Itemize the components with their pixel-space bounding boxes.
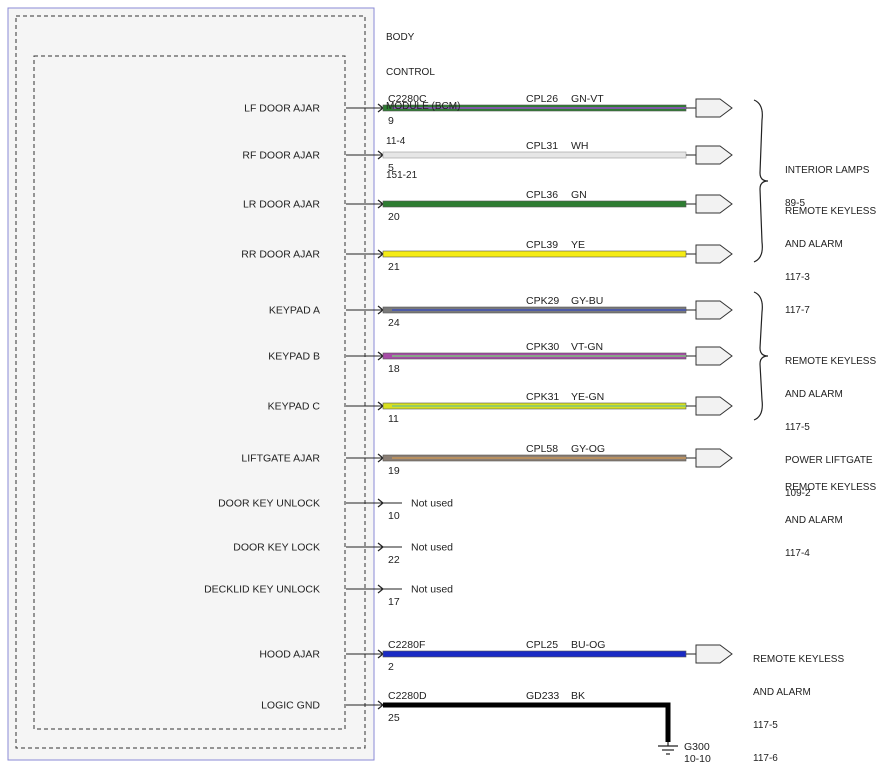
pin-number: 25 xyxy=(388,712,400,724)
wire-color-code: BK xyxy=(571,690,585,702)
dest-5-line-2: 117-5 xyxy=(753,720,778,731)
connector-arrow xyxy=(695,346,733,366)
dest-5-line-1: AND ALARM xyxy=(753,687,811,698)
dest-2-line-1: AND ALARM xyxy=(785,389,843,400)
dest-1-line-0: REMOTE KEYLESS xyxy=(785,206,877,217)
dest-1-line-1: AND ALARM xyxy=(785,239,843,250)
connector-arrow xyxy=(695,448,733,468)
dest-0-line-0: INTERIOR LAMPS xyxy=(785,165,870,176)
pin-number: 19 xyxy=(388,465,400,477)
connector-arrow xyxy=(695,145,733,165)
circuit-id: CPL31 xyxy=(526,140,558,152)
wire-color-code: GN xyxy=(571,189,587,201)
pin-label: LOGIC GND xyxy=(261,700,320,712)
destination-remote-keyless-2: REMOTE KEYLESS AND ALARM 117-5 xyxy=(785,334,876,444)
wire-color-code: GY-BU xyxy=(571,295,603,307)
wire-color-code: WH xyxy=(571,140,589,152)
connector-arrow xyxy=(695,300,733,320)
dest-2-line-0: REMOTE KEYLESS xyxy=(785,356,877,367)
circuit-id: CPL25 xyxy=(526,639,558,651)
wire-color-code: BU-OG xyxy=(571,639,605,651)
pin-label: RR DOOR AJAR xyxy=(241,249,320,261)
bcm-ref-2: 151-21 xyxy=(386,170,418,181)
wire-color-code: VT-GN xyxy=(571,341,603,353)
circuit-id: CPK31 xyxy=(526,391,559,403)
wire xyxy=(382,650,687,658)
dest-5-line-0: REMOTE KEYLESS xyxy=(753,654,845,665)
pin-number: 18 xyxy=(388,363,400,375)
circuit-id: CPL58 xyxy=(526,443,558,455)
dest-1-line-2: 117-3 xyxy=(785,272,810,283)
pin-label: KEYPAD B xyxy=(268,351,320,363)
pin-label: DECKLID KEY UNLOCK xyxy=(204,584,320,596)
connector-id: C2280D xyxy=(388,690,427,702)
pin-label: DOOR KEY LOCK xyxy=(233,542,320,554)
dest-1-line-3: 117-7 xyxy=(785,305,810,316)
circuit-id: GD233 xyxy=(526,690,559,702)
dest-4-line-0: REMOTE KEYLESS xyxy=(785,482,877,493)
bcm-name-line-1: BODY xyxy=(386,32,415,43)
dest-4-line-2: 117-4 xyxy=(785,548,810,559)
connector-arrow xyxy=(695,194,733,214)
pin-label: LF DOOR AJAR xyxy=(244,103,320,115)
dest-5-line-3: 117-6 xyxy=(753,753,778,764)
wire xyxy=(382,200,687,208)
circuit-id: CPK30 xyxy=(526,341,559,353)
pin-label: HOOD AJAR xyxy=(259,649,320,661)
pin-number: 11 xyxy=(388,413,399,425)
pin-number: 17 xyxy=(388,596,400,608)
not-used-note: Not used xyxy=(411,584,453,596)
pin-label: LIFTGATE AJAR xyxy=(241,453,320,465)
ground-name: G300 xyxy=(684,741,710,753)
pin-number: 20 xyxy=(388,211,400,223)
pin-label: DOOR KEY UNLOCK xyxy=(218,498,320,510)
bcm-module-header: BODY CONTROL MODULE (BCM) 11-4 151-21 xyxy=(386,9,460,193)
dest-4-line-1: AND ALARM xyxy=(785,515,843,526)
wire-color-code: GY-OG xyxy=(571,443,605,455)
wire-color-code: GN-VT xyxy=(571,93,604,105)
bcm-name-line-2: CONTROL xyxy=(386,66,435,78)
bcm-outer-border xyxy=(7,7,375,761)
connector-arrow xyxy=(695,98,733,118)
destination-remote-keyless-1: REMOTE KEYLESS AND ALARM 117-3 117-7 xyxy=(785,184,876,327)
circuit-id: CPL26 xyxy=(526,93,558,105)
not-used-note: Not used xyxy=(411,498,453,510)
wire-color-code: YE xyxy=(571,239,585,251)
not-used-note: Not used xyxy=(411,542,453,554)
wire-color-code: YE-GN xyxy=(571,391,604,403)
pin-label: LR DOOR AJAR xyxy=(243,199,320,211)
bcm-name-line-3: MODULE (BCM) xyxy=(386,101,461,112)
circuit-id: CPL39 xyxy=(526,239,558,251)
ground-wire xyxy=(383,702,671,742)
pin-number: 2 xyxy=(388,661,394,673)
pin-number: 24 xyxy=(388,317,400,329)
destination-remote-keyless-4: REMOTE KEYLESS AND ALARM 117-5 117-6 xyxy=(753,632,844,775)
dest-2-line-2: 117-5 xyxy=(785,422,810,433)
connector-arrow xyxy=(695,244,733,264)
pin-number: 22 xyxy=(388,554,400,566)
pin-number: 21 xyxy=(388,261,400,273)
pin-label: KEYPAD C xyxy=(268,401,321,413)
circuit-id: CPK29 xyxy=(526,295,559,307)
ground-ref: 10-10 xyxy=(684,753,711,765)
group-brace xyxy=(753,99,769,263)
group-brace xyxy=(753,291,769,421)
connector-arrow xyxy=(695,396,733,416)
pin-number: 10 xyxy=(388,510,400,522)
wire xyxy=(382,250,687,258)
connector-arrow xyxy=(695,644,733,664)
destination-remote-keyless-3: REMOTE KEYLESS AND ALARM 117-4 xyxy=(785,460,876,570)
connector-id: C2280F xyxy=(388,639,425,651)
bcm-ref-1: 11-4 xyxy=(386,135,406,147)
pin-label: RF DOOR AJAR xyxy=(242,150,320,162)
pin-label: KEYPAD A xyxy=(269,305,320,317)
circuit-id: CPL36 xyxy=(526,189,558,201)
